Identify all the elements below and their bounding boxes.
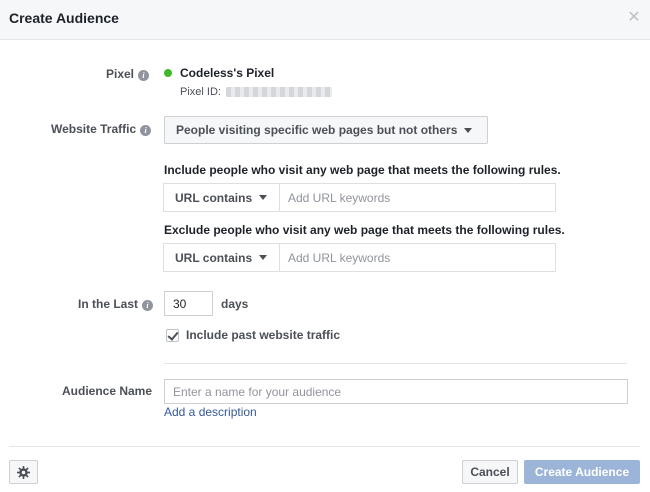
include-rule-text: Include people who visit any web page th… bbox=[164, 163, 561, 177]
exclude-url-group: URL contains bbox=[163, 243, 556, 272]
include-url-group: URL contains bbox=[163, 183, 556, 212]
website-traffic-label-row: Website Traffic i bbox=[51, 122, 152, 136]
in-the-last-label-row: In the Last i bbox=[78, 297, 154, 311]
pixel-label-row: Pixel i bbox=[106, 67, 150, 81]
add-description-link[interactable]: Add a description bbox=[164, 405, 257, 419]
website-traffic-label: Website Traffic bbox=[51, 122, 137, 136]
include-url-input[interactable] bbox=[280, 184, 555, 211]
footer-divider bbox=[9, 446, 640, 447]
exclude-operator-dropdown[interactable]: URL contains bbox=[164, 244, 280, 271]
close-icon[interactable]: ✕ bbox=[626, 10, 642, 26]
info-icon[interactable]: i bbox=[142, 300, 154, 311]
exclude-rule-text: Exclude people who visit any web page th… bbox=[164, 223, 565, 237]
include-operator-dropdown[interactable]: URL contains bbox=[164, 184, 280, 211]
info-icon[interactable]: i bbox=[138, 70, 150, 81]
pixel-status-dot bbox=[164, 69, 172, 77]
past-traffic-checkbox[interactable] bbox=[166, 329, 179, 342]
audience-name-label: Audience Name bbox=[62, 384, 153, 398]
exclude-url-input[interactable] bbox=[280, 244, 555, 271]
in-the-last-label: In the Last bbox=[78, 297, 139, 311]
dialog-title: Create Audience bbox=[9, 10, 119, 26]
gear-icon bbox=[17, 465, 30, 479]
past-traffic-label: Include past website traffic bbox=[186, 328, 341, 342]
cancel-button[interactable]: Cancel bbox=[462, 460, 518, 484]
website-traffic-selected: People visiting specific web pages but n… bbox=[176, 123, 458, 137]
include-operator-label: URL contains bbox=[175, 190, 253, 205]
dialog-header: Create Audience ✕ bbox=[0, 0, 650, 40]
days-unit: days bbox=[221, 297, 249, 311]
chevron-down-icon bbox=[259, 195, 268, 200]
chevron-down-icon bbox=[259, 255, 268, 260]
section-divider bbox=[164, 363, 627, 364]
pixel-label: Pixel bbox=[106, 67, 135, 81]
pixel-id-redacted bbox=[226, 87, 332, 97]
settings-button[interactable] bbox=[9, 460, 38, 484]
create-audience-button[interactable]: Create Audience bbox=[524, 460, 640, 484]
exclude-operator-label: URL contains bbox=[175, 250, 253, 265]
chevron-down-icon bbox=[464, 127, 473, 133]
pixel-id-label: Pixel ID: bbox=[180, 86, 221, 98]
days-input[interactable] bbox=[164, 291, 213, 316]
website-traffic-dropdown[interactable]: People visiting specific web pages but n… bbox=[164, 116, 488, 144]
pixel-name: Codeless's Pixel bbox=[180, 66, 275, 80]
audience-name-input[interactable] bbox=[164, 379, 628, 404]
info-icon[interactable]: i bbox=[140, 125, 152, 136]
